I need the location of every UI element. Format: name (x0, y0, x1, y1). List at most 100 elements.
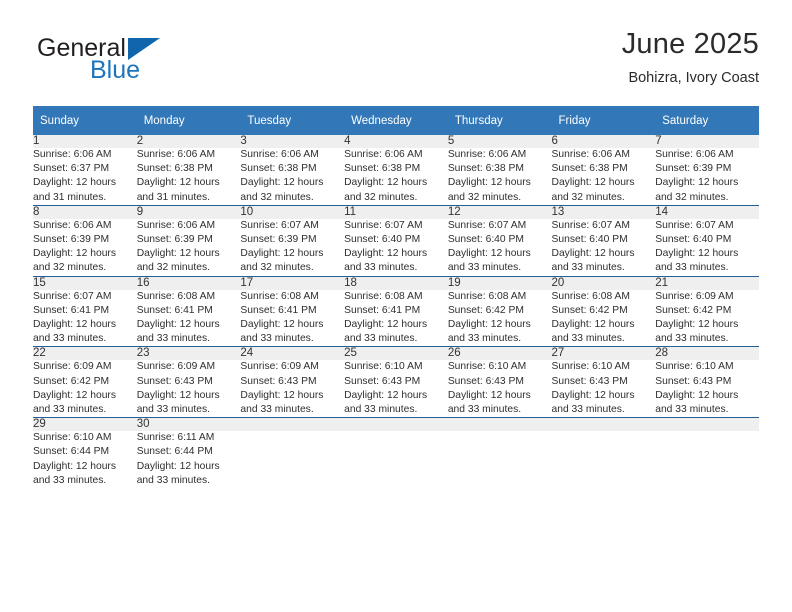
day-number[interactable]: 5 (447, 135, 552, 148)
daylight-line2-text: and 33 minutes. (655, 404, 729, 416)
day-number[interactable]: 20 (551, 275, 656, 290)
day-number[interactable]: 11 (344, 204, 448, 219)
daylight-line2-text: and 31 minutes. (136, 191, 210, 203)
day-number[interactable]: 3 (240, 135, 345, 148)
daylight-line2-text: and 33 minutes. (240, 333, 314, 345)
sunrise-text: Sunrise: 6:07 AM (33, 290, 112, 302)
day-number[interactable]: 14 (655, 204, 759, 219)
sunset-text: Sunset: 6:41 PM (344, 304, 421, 316)
daylight-line2-text: and 33 minutes. (344, 262, 418, 274)
day-details: Sunrise: 6:09 AM Sunset: 6:42 PM Daylight:… (33, 360, 137, 417)
sunrise-text: Sunrise: 6:10 AM (33, 432, 112, 444)
sunset-text: Sunset: 6:43 PM (447, 375, 524, 387)
daylight-line1-text: Daylight: 12 hours (344, 248, 428, 260)
week-detail-row: Sunrise: 6:10 AM Sunset: 6:44 PM Daylight:… (33, 431, 759, 488)
day-number[interactable]: 26 (447, 346, 552, 361)
daylight-line1-text: Daylight: 12 hours (655, 319, 739, 331)
week-detail-row: Sunrise: 6:06 AM Sunset: 6:39 PM Daylight:… (33, 219, 759, 276)
week-number-row: 8 9 10 11 12 13 14 (33, 204, 759, 219)
day-number[interactable]: 7 (655, 135, 759, 148)
daylight-line1-text: Daylight: 12 hours (33, 460, 116, 472)
daylight-line2-text: and 32 minutes. (136, 262, 210, 274)
day-number[interactable]: 17 (240, 275, 345, 290)
brand-logo[interactable]: General Blue (33, 28, 263, 88)
sunset-text: Sunset: 6:39 PM (136, 234, 213, 246)
daylight-line1-text: Daylight: 12 hours (33, 319, 116, 331)
sunset-text: Sunset: 6:39 PM (240, 234, 317, 246)
week-detail-row: Sunrise: 6:06 AM Sunset: 6:37 PM Daylight:… (33, 148, 759, 205)
day-details: Sunrise: 6:08 AM Sunset: 6:41 PM Daylight:… (137, 290, 241, 347)
daylight-line2-text: and 32 minutes. (240, 262, 314, 274)
sunrise-text: Sunrise: 6:07 AM (655, 219, 734, 231)
daylight-line1-text: Daylight: 12 hours (136, 248, 220, 260)
day-number[interactable]: 30 (136, 417, 241, 432)
sunset-text: Sunset: 6:44 PM (33, 446, 110, 458)
daylight-line2-text: and 33 minutes. (551, 404, 625, 416)
week-detail-row: Sunrise: 6:07 AM Sunset: 6:41 PM Daylight:… (33, 290, 759, 347)
sunset-text: Sunset: 6:40 PM (551, 234, 628, 246)
sunset-text: Sunset: 6:42 PM (655, 304, 732, 316)
page-header: General Blue June 2025 Bohizra, Ivory Co… (33, 28, 759, 96)
daylight-line1-text: Daylight: 12 hours (344, 389, 428, 401)
day-number[interactable]: 9 (136, 204, 241, 219)
day-number[interactable]: 8 (33, 204, 137, 219)
day-cell-empty (447, 417, 552, 432)
day-number[interactable]: 4 (344, 135, 448, 148)
day-details: Sunrise: 6:09 AM Sunset: 6:42 PM Daylight:… (655, 290, 759, 347)
day-details: Sunrise: 6:06 AM Sunset: 6:39 PM Daylight:… (137, 219, 241, 276)
daylight-line2-text: and 33 minutes. (344, 333, 418, 345)
day-number[interactable]: 29 (33, 417, 137, 432)
day-number[interactable]: 28 (655, 346, 759, 361)
day-number[interactable]: 24 (240, 346, 345, 361)
daylight-line1-text: Daylight: 12 hours (240, 319, 324, 331)
daylight-line1-text: Daylight: 12 hours (240, 248, 324, 260)
daylight-line2-text: and 33 minutes. (655, 262, 729, 274)
daylight-line1-text: Daylight: 12 hours (136, 177, 220, 189)
week-detail-row: Sunrise: 6:09 AM Sunset: 6:42 PM Daylight:… (33, 360, 759, 417)
page-title: June 2025 (621, 28, 759, 60)
day-number[interactable]: 19 (447, 275, 552, 290)
sunset-text: Sunset: 6:44 PM (136, 446, 213, 458)
sunrise-text: Sunrise: 6:06 AM (136, 219, 216, 231)
daylight-line2-text: and 33 minutes. (33, 333, 107, 345)
day-details: Sunrise: 6:08 AM Sunset: 6:41 PM Daylight:… (344, 290, 448, 347)
day-number[interactable]: 16 (136, 275, 241, 290)
day-number[interactable]: 2 (136, 135, 241, 148)
daylight-line1-text: Daylight: 12 hours (551, 177, 635, 189)
sunrise-text: Sunrise: 6:07 AM (344, 219, 423, 231)
day-number[interactable]: 23 (136, 346, 241, 361)
daylight-line2-text: and 33 minutes. (344, 404, 418, 416)
sunrise-text: Sunrise: 6:07 AM (240, 219, 319, 231)
day-number[interactable]: 6 (551, 135, 656, 148)
day-number[interactable]: 12 (447, 204, 552, 219)
day-number[interactable]: 25 (344, 346, 448, 361)
daylight-line2-text: and 33 minutes. (240, 404, 314, 416)
day-number[interactable]: 1 (33, 135, 137, 148)
daylight-line2-text: and 33 minutes. (136, 333, 210, 345)
day-details: Sunrise: 6:10 AM Sunset: 6:43 PM Daylight:… (448, 360, 552, 417)
day-cell-empty (655, 417, 759, 432)
day-details: Sunrise: 6:06 AM Sunset: 6:38 PM Daylight:… (240, 148, 344, 205)
daylight-line1-text: Daylight: 12 hours (655, 389, 739, 401)
daylight-line2-text: and 33 minutes. (33, 474, 107, 486)
sunrise-text: Sunrise: 6:08 AM (344, 290, 423, 302)
day-number[interactable]: 27 (551, 346, 656, 361)
day-number[interactable]: 13 (551, 204, 656, 219)
day-number[interactable]: 10 (240, 204, 345, 219)
sunrise-text: Sunrise: 6:06 AM (33, 149, 112, 160)
calendar-body: 1 2 3 4 5 6 7 Sunrise: 6:06 AM Sunset: 6:37 PM Da… (33, 135, 759, 488)
weekday-header-saturday: Saturday (655, 106, 759, 135)
daylight-line1-text: Daylight: 12 hours (447, 389, 531, 401)
sunset-text: Sunset: 6:38 PM (136, 163, 213, 175)
day-details: Sunrise: 6:09 AM Sunset: 6:43 PM Daylight:… (137, 360, 241, 417)
day-number[interactable]: 18 (344, 275, 448, 290)
daylight-line2-text: and 33 minutes. (551, 262, 625, 274)
day-number[interactable]: 21 (655, 275, 759, 290)
day-number[interactable]: 22 (33, 346, 137, 361)
day-number[interactable]: 15 (33, 275, 137, 290)
daylight-line1-text: Daylight: 12 hours (344, 319, 428, 331)
daylight-line2-text: and 32 minutes. (447, 191, 522, 203)
day-details: Sunrise: 6:07 AM Sunset: 6:40 PM Daylight:… (344, 219, 448, 276)
sunrise-text: Sunrise: 6:10 AM (447, 361, 527, 373)
day-details: Sunrise: 6:11 AM Sunset: 6:44 PM Daylight:… (137, 431, 241, 488)
